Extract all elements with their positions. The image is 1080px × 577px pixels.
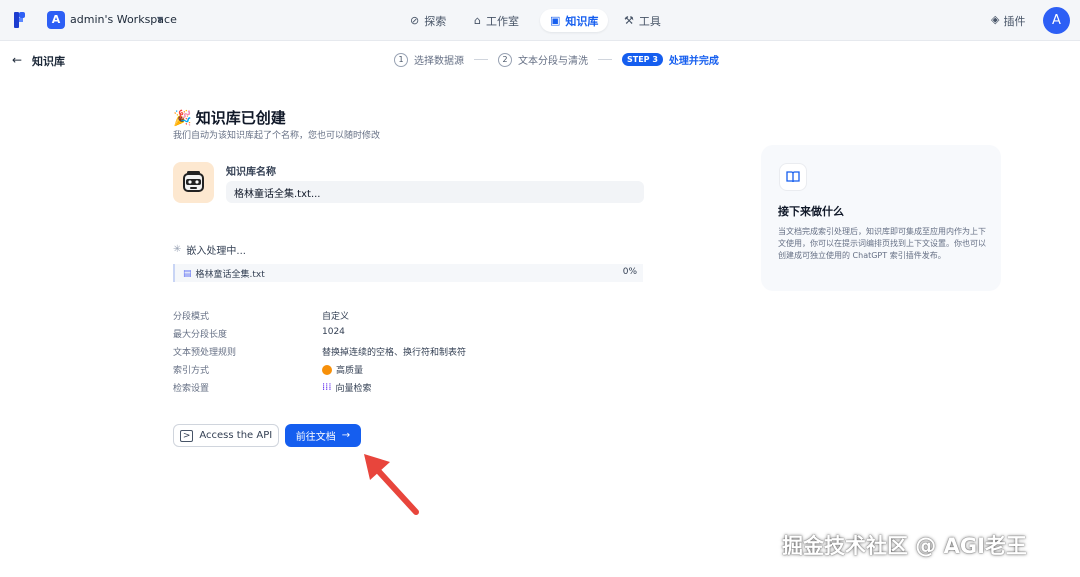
info-value-text: 替换掉连续的空格、换行符和制表符 — [322, 348, 467, 358]
next-steps-card: 接下来做什么 当文档完成索引处理后，知识库即可集成至应用内作为上下文使用，你可以… — [761, 145, 1001, 291]
step-3-badge: STEP 3 — [622, 53, 663, 66]
access-api-label: Access the API — [199, 430, 273, 441]
book-icon: ▣ — [550, 14, 561, 27]
step-2-label: 文本分段与清洗 — [518, 56, 588, 67]
chevron-down-icon[interactable]: ▼ — [157, 15, 163, 24]
info-value-index-mode: 高质量 — [322, 363, 363, 376]
kb-name-label: 知识库名称 — [226, 167, 276, 178]
info-value-text: 高质量 — [336, 366, 364, 376]
file-doc-icon: ▤ — [183, 268, 192, 279]
annotation-arrow-icon — [364, 454, 419, 515]
file-name-group: ▤ 格林童话全集.txt — [183, 267, 265, 281]
user-avatar[interactable]: A — [1043, 7, 1070, 34]
nav-studio[interactable]: ⌂ 工作室 — [464, 9, 529, 32]
robot-face-icon — [183, 171, 204, 192]
info-value-text: 自定义 — [322, 312, 350, 322]
workspace-avatar[interactable]: A — [47, 11, 65, 29]
info-value-retrieval: ⁞⁞⁞ 向量检索 — [322, 381, 372, 394]
studio-icon: ⌂ — [474, 14, 481, 27]
nav-explore-label: 探索 — [424, 14, 447, 28]
stepper: 1 选择数据源 2 文本分段与清洗 STEP 3 处理并完成 — [394, 52, 719, 67]
file-name: 格林童话全集.txt — [195, 270, 265, 280]
party-popper-icon: 🎉 — [173, 108, 192, 127]
embedding-status: ✳ 嵌入处理中... — [173, 242, 246, 257]
step-1-number: 1 — [394, 52, 408, 67]
nav-studio-label: 工作室 — [485, 14, 519, 28]
info-value-segment-mode: 自定义 — [322, 309, 349, 322]
step-1-label: 选择数据源 — [414, 56, 464, 67]
cube-icon: ◈ — [991, 13, 1000, 26]
step-separator — [598, 59, 612, 60]
top-bar: A admin's Workspace ▼ ⊘ 探索 ⌂ 工作室 ▣ 知识库 ⚒… — [0, 0, 1080, 41]
nav-explore[interactable]: ⊘ 探索 — [400, 9, 456, 32]
info-label-retrieval: 检索设置 — [173, 384, 210, 394]
arrow-right-icon: → — [341, 430, 351, 441]
plugins-button[interactable]: ◈ 插件 — [991, 13, 1025, 29]
info-value-max-length: 1024 — [322, 327, 345, 337]
high-quality-icon — [322, 364, 332, 375]
step-separator — [474, 59, 488, 60]
explore-icon: ⊘ — [410, 14, 420, 27]
page-title: 知识库 — [32, 55, 65, 68]
info-value-preprocess: 替换掉连续的空格、换行符和制表符 — [322, 345, 466, 358]
go-to-documents-button[interactable]: 前往文档 → — [285, 424, 361, 447]
next-steps-text: 当文档完成索引处理后，知识库即可集成至应用内作为上下文使用，你可以在提示词编排页… — [778, 227, 986, 260]
plugins-label: 插件 — [1003, 15, 1026, 28]
go-to-documents-label: 前往文档 — [295, 432, 336, 443]
embedding-status-text: 嵌入处理中... — [186, 246, 246, 257]
next-steps-title: 接下来做什么 — [778, 205, 844, 218]
nav-tools[interactable]: ⚒ 工具 — [614, 9, 671, 32]
info-value-text: 向量检索 — [335, 384, 372, 394]
created-subtitle: 我们自动为该知识库起了个名称，您也可以随时修改 — [173, 131, 381, 141]
file-progress-row: ▤ 格林童话全集.txt 0% — [173, 264, 643, 282]
step-3-label: 处理并完成 — [668, 56, 719, 67]
info-label-preprocess: 文本预处理规则 — [173, 348, 237, 358]
loading-spinner-icon: ✳ — [173, 244, 182, 255]
info-label-max-length: 最大分段长度 — [173, 330, 228, 340]
step-2-number: 2 — [498, 52, 512, 67]
info-label-segment-mode: 分段模式 — [173, 312, 210, 322]
nav-tools-label: 工具 — [638, 14, 661, 28]
kb-name-input[interactable] — [226, 181, 644, 203]
vector-search-icon: ⁞⁞⁞ — [322, 382, 332, 393]
back-arrow-icon[interactable]: ← — [12, 53, 22, 67]
access-api-button[interactable]: > Access the API — [173, 424, 279, 447]
file-progress-percent: 0% — [622, 267, 637, 277]
created-title: 知识库已创建 — [195, 109, 286, 127]
info-label-index-mode: 索引方式 — [173, 366, 210, 376]
app-logo-icon[interactable] — [13, 11, 29, 29]
nav-knowledge[interactable]: ▣ 知识库 — [540, 9, 609, 32]
terminal-icon: > — [179, 429, 194, 442]
knowledge-base-avatar — [173, 162, 214, 203]
watermark: 掘金技术社区 @ AGI老王 — [782, 534, 1027, 558]
book-open-icon — [779, 163, 807, 191]
created-heading: 🎉 知识库已创建 — [173, 107, 286, 128]
tools-icon: ⚒ — [624, 14, 634, 27]
info-value-text: 1024 — [322, 327, 345, 337]
nav-knowledge-label: 知识库 — [565, 14, 599, 28]
